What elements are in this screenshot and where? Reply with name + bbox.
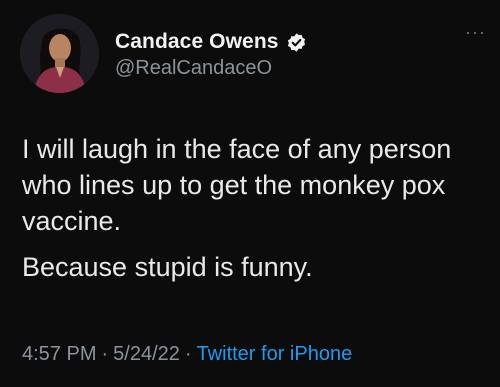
tweet-text-line-1: I will laugh in the face of any person w… bbox=[22, 134, 452, 236]
tweet-time[interactable]: 4:57 PM bbox=[22, 343, 96, 365]
tweet-text: I will laugh in the face of any person w… bbox=[22, 131, 487, 285]
verified-badge-icon bbox=[287, 32, 305, 52]
avatar[interactable] bbox=[20, 14, 99, 93]
avatar-image bbox=[20, 14, 99, 93]
author-handle[interactable]: @RealCandaceO bbox=[115, 57, 272, 80]
meta-separator-1: · bbox=[101, 343, 109, 365]
author-display-name[interactable]: Candace Owens bbox=[115, 30, 279, 54]
ellipsis-icon[interactable]: ··· bbox=[465, 22, 486, 43]
author-name-row: Candace Owens bbox=[115, 30, 307, 54]
tweet-card: Candace Owens @RealCandaceO ··· I will l… bbox=[0, 0, 500, 387]
tweet-date[interactable]: 5/24/22 bbox=[113, 343, 180, 365]
tweet-meta: 4:57 PM · 5/24/22 · Twitter for iPhone bbox=[22, 343, 352, 366]
meta-separator-2: · bbox=[184, 343, 192, 365]
tweet-source-link[interactable]: Twitter for iPhone bbox=[197, 343, 353, 365]
tweet-text-line-2: Because stupid is funny. bbox=[22, 252, 313, 282]
